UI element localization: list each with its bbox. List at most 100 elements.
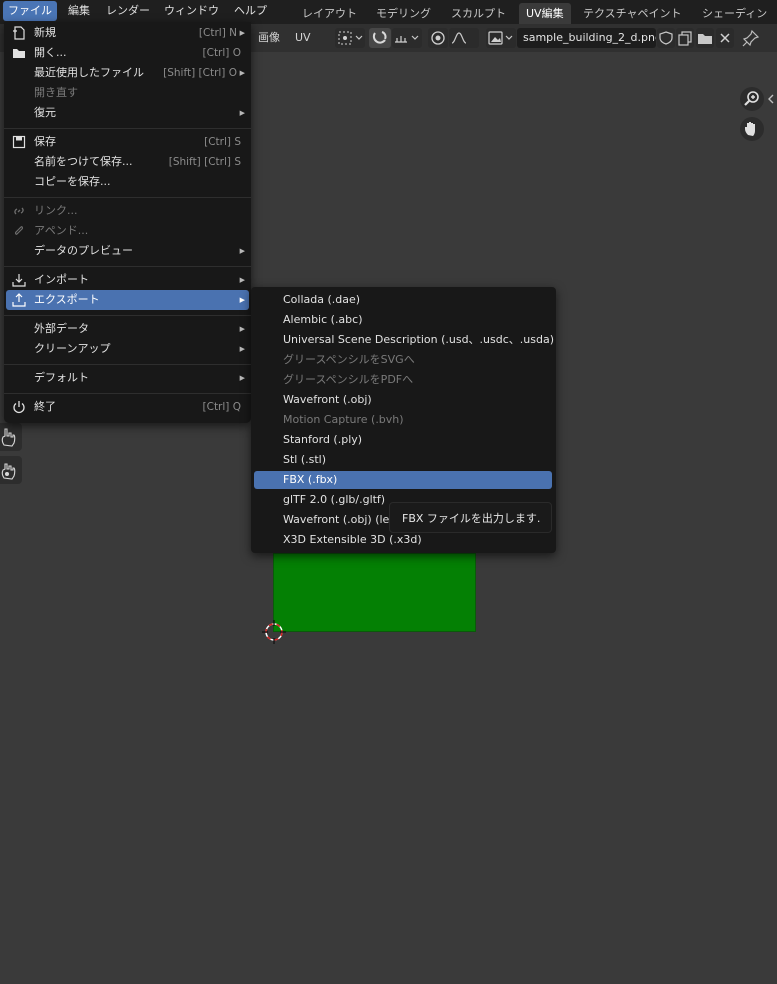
export-usd[interactable]: Universal Scene Description (.usd、.usdc、… bbox=[254, 331, 554, 349]
pin-button[interactable] bbox=[741, 28, 761, 48]
menu-item-label: 保存 bbox=[34, 135, 56, 148]
annotate-tool-button[interactable] bbox=[0, 423, 22, 451]
menu-item-save[interactable]: 保存 [Ctrl] S bbox=[6, 132, 249, 152]
menu-item-label: 開く... bbox=[34, 46, 67, 59]
image-menu[interactable]: 画像 bbox=[258, 30, 280, 46]
submenu-item-label: Wavefront (.obj) bbox=[283, 393, 372, 406]
new-image-button[interactable] bbox=[676, 28, 694, 48]
submenu-arrow-icon: ▶ bbox=[239, 345, 245, 353]
folder-icon bbox=[13, 49, 25, 58]
submenu-item-label: X3D Extensible 3D (.x3d) bbox=[283, 533, 422, 546]
menu-item-open-recent[interactable]: 最近使用したファイル [Shift] [Ctrl] O ▶ bbox=[6, 63, 249, 83]
export-x3d[interactable]: X3D Extensible 3D (.x3d) bbox=[254, 531, 552, 549]
proportional-edit-icon bbox=[431, 31, 445, 45]
tab-sculpt[interactable]: スカルプト bbox=[444, 3, 513, 24]
hand-icon bbox=[745, 122, 755, 136]
uv-island[interactable] bbox=[273, 553, 476, 632]
export-fbx[interactable]: FBX (.fbx) bbox=[254, 471, 552, 489]
export-gpencil-svg: グリースペンシルをSVGへ bbox=[254, 351, 552, 369]
menu-item-open[interactable]: 開く... [Ctrl] O bbox=[6, 43, 249, 63]
menu-item-clean-up[interactable]: クリーンアップ ▶ bbox=[6, 339, 249, 359]
tab-modeling[interactable]: モデリング bbox=[369, 3, 438, 24]
power-icon bbox=[13, 401, 25, 414]
menu-item-save-as[interactable]: 名前をつけて保存... [Shift] [Ctrl] S bbox=[6, 152, 249, 172]
falloff-dropdown[interactable] bbox=[449, 28, 479, 48]
chevron-left-icon bbox=[768, 94, 774, 104]
pivot-dropdown[interactable] bbox=[335, 28, 365, 48]
close-icon bbox=[720, 33, 730, 43]
snap-target-dropdown[interactable] bbox=[392, 28, 422, 48]
export-alembic[interactable]: Alembic (.abc) bbox=[254, 311, 552, 329]
menu-item-label: リンク... bbox=[34, 204, 78, 217]
export-wavefront-obj[interactable]: Wavefront (.obj) bbox=[254, 391, 552, 409]
export-stl[interactable]: Stl (.stl) bbox=[254, 451, 552, 469]
open-image-button[interactable] bbox=[696, 28, 714, 48]
menu-item-defaults[interactable]: デフォルト ▶ bbox=[6, 368, 249, 388]
submenu-arrow-icon: ▶ bbox=[239, 276, 245, 284]
unlink-image-button[interactable] bbox=[716, 28, 734, 48]
menu-render[interactable]: レンダー bbox=[101, 1, 155, 21]
image-browse-dropdown[interactable] bbox=[486, 28, 516, 48]
menu-item-label: デフォルト bbox=[34, 371, 89, 384]
export-stanford-ply[interactable]: Stanford (.ply) bbox=[254, 431, 552, 449]
menu-item-save-copy[interactable]: コピーを保存... bbox=[6, 172, 249, 192]
menu-item-label: データのプレビュー bbox=[34, 244, 133, 257]
menu-file[interactable]: ファイル bbox=[3, 1, 57, 21]
grab-icon bbox=[1, 463, 16, 480]
falloff-curve-icon bbox=[451, 32, 467, 44]
tab-texture-paint[interactable]: テクスチャペイント bbox=[576, 3, 689, 24]
menu-window[interactable]: ウィンドウ bbox=[159, 1, 224, 21]
menu-item-external-data[interactable]: 外部データ ▶ bbox=[6, 319, 249, 339]
menu-item-label: エクスポート bbox=[34, 293, 100, 306]
menu-item-label: コピーを保存... bbox=[34, 175, 111, 188]
menu-help[interactable]: ヘルプ bbox=[229, 1, 272, 21]
submenu-item-label: Universal Scene Description (.usd、.usdc、… bbox=[283, 333, 554, 346]
submenu-arrow-icon: ▶ bbox=[239, 69, 245, 77]
sidebar-toggle[interactable] bbox=[766, 92, 776, 106]
menu-item-quit[interactable]: 終了 [Ctrl] Q bbox=[6, 397, 249, 417]
menu-edit[interactable]: 編集 bbox=[63, 1, 95, 21]
submenu-item-label: glTF 2.0 (.glb/.gltf) bbox=[283, 493, 386, 506]
submenu-arrow-icon: ▶ bbox=[239, 247, 245, 255]
shortcut-label: [Shift] [Ctrl] O bbox=[163, 67, 237, 79]
tab-uv-editing[interactable]: UV編集 bbox=[519, 3, 571, 24]
tab-layout[interactable]: レイアウト bbox=[295, 3, 364, 24]
menu-item-import[interactable]: インポート ▶ bbox=[6, 270, 249, 290]
folder-icon bbox=[698, 34, 712, 44]
zoom-button[interactable] bbox=[740, 87, 764, 111]
export-bvh: Motion Capture (.bvh) bbox=[254, 411, 552, 429]
tab-shading[interactable]: シェーディング bbox=[695, 3, 777, 41]
uv-menu[interactable]: UV bbox=[295, 30, 311, 46]
menu-item-export[interactable]: エクスポート ▶ bbox=[6, 290, 249, 310]
menu-divider bbox=[4, 197, 251, 198]
menu-item-link: リンク... bbox=[6, 201, 249, 221]
snap-toggle[interactable] bbox=[369, 28, 391, 48]
menu-item-revert: 開き直す bbox=[6, 83, 249, 103]
file-menu: 新規 [Ctrl] N ▶ 開く... [Ctrl] O 最近使用したファイル … bbox=[4, 22, 251, 423]
menu-item-recover[interactable]: 復元 ▶ bbox=[6, 103, 249, 123]
2d-cursor[interactable] bbox=[262, 620, 286, 644]
submenu-arrow-icon: ▶ bbox=[239, 296, 245, 304]
pivot-icon bbox=[338, 31, 363, 45]
pan-button[interactable] bbox=[740, 117, 764, 141]
fake-user-button[interactable] bbox=[657, 28, 675, 48]
export-collada[interactable]: Collada (.dae) bbox=[254, 291, 552, 309]
menu-divider bbox=[4, 393, 251, 394]
import-icon bbox=[12, 274, 26, 287]
submenu-arrow-icon: ▶ bbox=[239, 325, 245, 333]
menu-divider bbox=[4, 266, 251, 267]
zoom-in-icon bbox=[744, 91, 759, 106]
menu-item-label: アペンド... bbox=[34, 224, 89, 237]
append-icon bbox=[14, 226, 24, 235]
submenu-item-label: グリースペンシルをPDFへ bbox=[283, 373, 414, 386]
grab-tool-button[interactable] bbox=[0, 456, 22, 484]
menu-item-new[interactable]: 新規 [Ctrl] N ▶ bbox=[6, 23, 249, 43]
image-filename-field[interactable]: sample_building_2_d.png bbox=[517, 28, 656, 48]
menu-item-label: 最近使用したファイル bbox=[34, 66, 144, 79]
duplicate-icon bbox=[678, 31, 692, 46]
proportional-edit-toggle[interactable] bbox=[428, 28, 448, 48]
menu-item-data-previews[interactable]: データのプレビュー ▶ bbox=[6, 241, 249, 261]
menu-item-label: 新規 bbox=[34, 26, 56, 39]
submenu-arrow-icon: ▶ bbox=[239, 374, 245, 382]
submenu-item-label: Stanford (.ply) bbox=[283, 433, 363, 446]
